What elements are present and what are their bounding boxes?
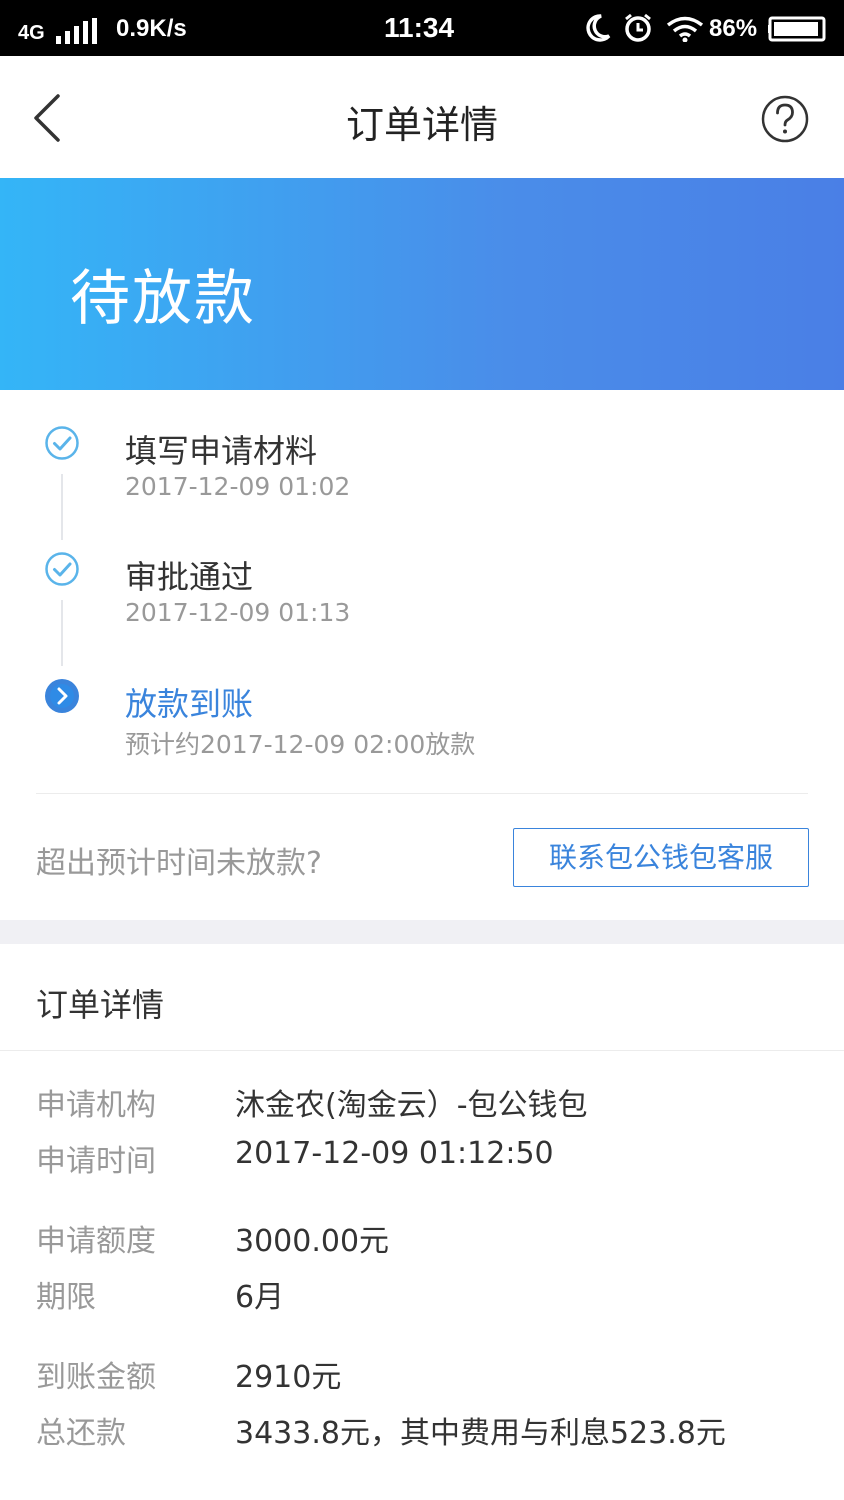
- detail-label: 申请时间: [36, 1144, 156, 1179]
- check-circle-icon: [45, 552, 79, 586]
- detail-value: 2910元: [235, 1360, 342, 1395]
- network-speed: 0.9K/s: [116, 15, 187, 42]
- timeline-step-time: 预计约2017-12-09 02:00放款: [125, 730, 476, 759]
- help-icon[interactable]: [760, 94, 810, 144]
- timeline-connector: [61, 600, 63, 666]
- timeline-step-title: 审批通过: [125, 558, 254, 596]
- divider: [36, 793, 808, 794]
- status-banner: 待放款: [0, 178, 844, 390]
- wifi-icon: [666, 16, 704, 42]
- check-circle-icon: [45, 426, 79, 460]
- timeline-step-title: 填写申请材料: [125, 432, 318, 470]
- section-gap: [0, 920, 844, 944]
- detail-label: 期限: [36, 1280, 96, 1315]
- detail-value: 2017-12-09 01:12:50: [235, 1136, 554, 1171]
- detail-value: 3433.8元，其中费用与利息523.8元: [235, 1416, 726, 1451]
- chevron-right-circle-icon: [45, 679, 79, 713]
- order-details: 订单详情 申请机构 沐金农(淘金云）-包公钱包 申请时间 2017-12-09 …: [0, 944, 844, 1500]
- timeline-step-title-current: 放款到账: [125, 685, 254, 723]
- network-type: 4G: [18, 22, 45, 44]
- detail-value: 6月: [235, 1280, 285, 1315]
- contact-support-button[interactable]: 联系包公钱包客服: [513, 828, 809, 887]
- divider: [0, 1050, 844, 1051]
- order-status: 待放款: [70, 264, 256, 334]
- timeline-step-time: 2017-12-09 01:13: [125, 598, 351, 627]
- signal-icon: [56, 18, 97, 44]
- detail-label: 申请机构: [36, 1088, 156, 1123]
- timeline-connector: [61, 474, 63, 540]
- detail-value: 3000.00元: [235, 1224, 390, 1259]
- battery-percent: 86%: [709, 15, 758, 42]
- status-bar: 4G 0.9K/s 11:34 86%: [0, 0, 844, 56]
- detail-label: 申请额度: [36, 1224, 156, 1259]
- overdue-question: 超出预计时间未放款?: [36, 846, 322, 881]
- detail-label: 总还款: [36, 1416, 126, 1451]
- nav-bar: 订单详情: [0, 56, 844, 178]
- progress-timeline: 填写申请材料 2017-12-09 01:02 审批通过 2017-12-09 …: [0, 390, 844, 920]
- page-title: 订单详情: [345, 103, 498, 147]
- timeline-step-time: 2017-12-09 01:02: [125, 472, 351, 501]
- alarm-icon: [625, 13, 651, 42]
- detail-label: 到账金额: [36, 1360, 156, 1395]
- clock: 11:34: [384, 12, 455, 43]
- battery-icon: [768, 16, 826, 42]
- section-title: 订单详情: [36, 986, 165, 1024]
- detail-value: 沐金农(淘金云）-包公钱包: [235, 1088, 588, 1123]
- moon-icon: [586, 14, 611, 42]
